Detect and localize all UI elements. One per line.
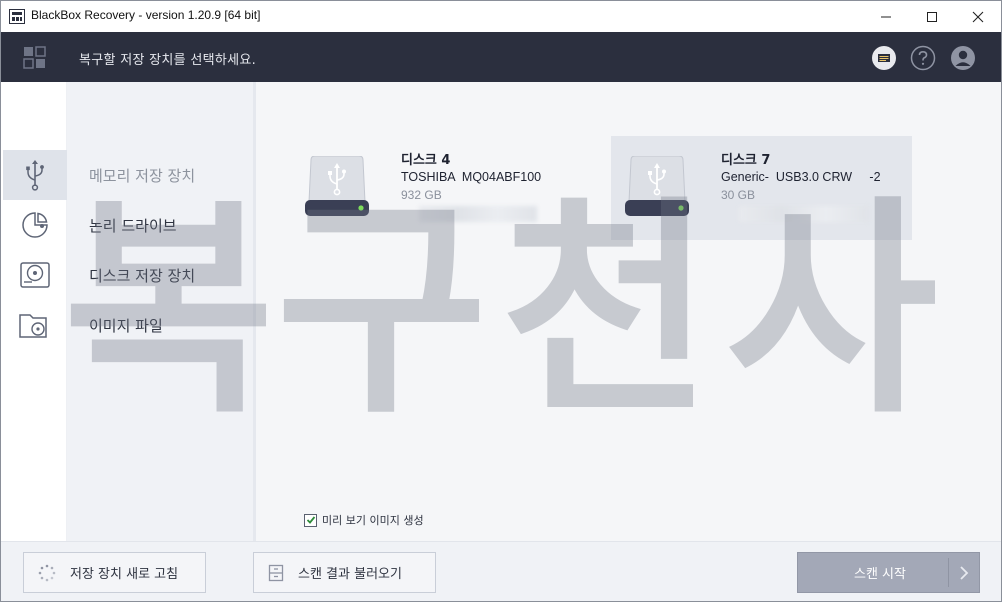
load-scan-results-label: 스캔 결과 불러오기 bbox=[298, 567, 402, 582]
sidebar-label-image-file[interactable]: 이미지 파일 bbox=[89, 315, 163, 336]
sidebar-icon-column bbox=[1, 82, 67, 541]
minimize-button[interactable] bbox=[863, 1, 909, 32]
file-cabinet-icon bbox=[268, 564, 284, 582]
pie-partition-icon bbox=[22, 212, 48, 238]
start-scan-button[interactable]: 스캔 시작 bbox=[797, 552, 980, 593]
hard-disk-icon bbox=[20, 262, 50, 288]
grid-menu-icon[interactable] bbox=[23, 46, 47, 70]
maximize-icon bbox=[927, 11, 937, 22]
page-prompt: 복구할 저장 장치를 선택하세요. bbox=[79, 53, 257, 68]
sidebar-item-disk-storage[interactable] bbox=[3, 250, 67, 300]
load-scan-results-button[interactable]: 스캔 결과 불러오기 bbox=[253, 552, 436, 593]
disk-tile-4[interactable]: 디스크 4 TOSHIBA MQ04ABF100 932 GB bbox=[291, 136, 591, 240]
disk-size: 30 GB bbox=[721, 188, 756, 202]
preview-checkbox[interactable] bbox=[304, 513, 317, 527]
help-icon[interactable] bbox=[910, 45, 936, 71]
image-file-icon bbox=[19, 314, 47, 338]
disk-tile-7[interactable]: 디스크 7 Generic- USB3.0 CRW -2 30 GB bbox=[611, 136, 912, 240]
usb-icon bbox=[26, 160, 44, 191]
sidebar-label-column: 메모리 저장 장치 논리 드라이브 디스크 저장 장치 이미지 파일 bbox=[67, 82, 253, 541]
usb-drive-icon bbox=[305, 156, 369, 216]
disk-size: 932 GB bbox=[401, 188, 442, 202]
account-icon[interactable] bbox=[950, 45, 976, 71]
usb-drive-icon bbox=[625, 156, 689, 216]
preview-option[interactable]: 미리 보기 이미지 생성 bbox=[304, 512, 424, 528]
app-logo-icon bbox=[9, 9, 25, 24]
sidebar-item-logical-drive[interactable] bbox=[3, 200, 67, 250]
sidebar-label-memory-storage[interactable]: 메모리 저장 장치 bbox=[89, 165, 195, 186]
sidebar-label-logical-drive[interactable]: 논리 드라이브 bbox=[89, 215, 177, 236]
close-button[interactable] bbox=[955, 1, 1001, 32]
button-divider bbox=[948, 558, 949, 587]
refresh-devices-label: 저장 장치 새로 고침 bbox=[70, 567, 179, 582]
redacted-serial bbox=[419, 206, 537, 222]
minimize-icon bbox=[881, 16, 891, 17]
close-icon bbox=[972, 11, 984, 22]
disk-model: TOSHIBA MQ04ABF100 bbox=[401, 170, 542, 184]
sidebar-label-disk-storage[interactable]: 디스크 저장 장치 bbox=[89, 265, 195, 286]
disk-name: 디스크 4 bbox=[401, 153, 451, 168]
sidebar-item-memory-storage[interactable] bbox=[3, 150, 67, 200]
app-header: 복구할 저장 장치를 선택하세요. bbox=[1, 32, 1001, 82]
license-key-icon[interactable] bbox=[871, 45, 897, 71]
title-bar: BlackBox Recovery - version 1.20.9 [64 b… bbox=[1, 1, 1001, 32]
sidebar-item-image-file[interactable] bbox=[3, 300, 67, 350]
maximize-button[interactable] bbox=[909, 1, 955, 32]
start-scan-label: 스캔 시작 bbox=[854, 567, 906, 582]
app-window: BlackBox Recovery - version 1.20.9 [64 b… bbox=[0, 0, 1002, 602]
chevron-right-icon bbox=[960, 566, 969, 580]
redacted-serial bbox=[739, 206, 869, 222]
disk-name: 디스크 7 bbox=[721, 153, 771, 168]
preview-checkbox-label: 미리 보기 이미지 생성 bbox=[322, 514, 424, 527]
window-title: BlackBox Recovery - version 1.20.9 [64 b… bbox=[31, 8, 261, 22]
checkmark-icon bbox=[306, 516, 315, 524]
loading-spinner-icon bbox=[38, 564, 56, 582]
refresh-devices-button[interactable]: 저장 장치 새로 고침 bbox=[23, 552, 206, 593]
device-list-panel: 디스크 4 TOSHIBA MQ04ABF100 932 GB 디스크 7 Ge… bbox=[256, 82, 1001, 541]
footer-bar: 저장 장치 새로 고침 스캔 결과 불러오기 스캔 시작 bbox=[1, 541, 1001, 601]
disk-model: Generic- USB3.0 CRW -2 bbox=[721, 170, 881, 184]
